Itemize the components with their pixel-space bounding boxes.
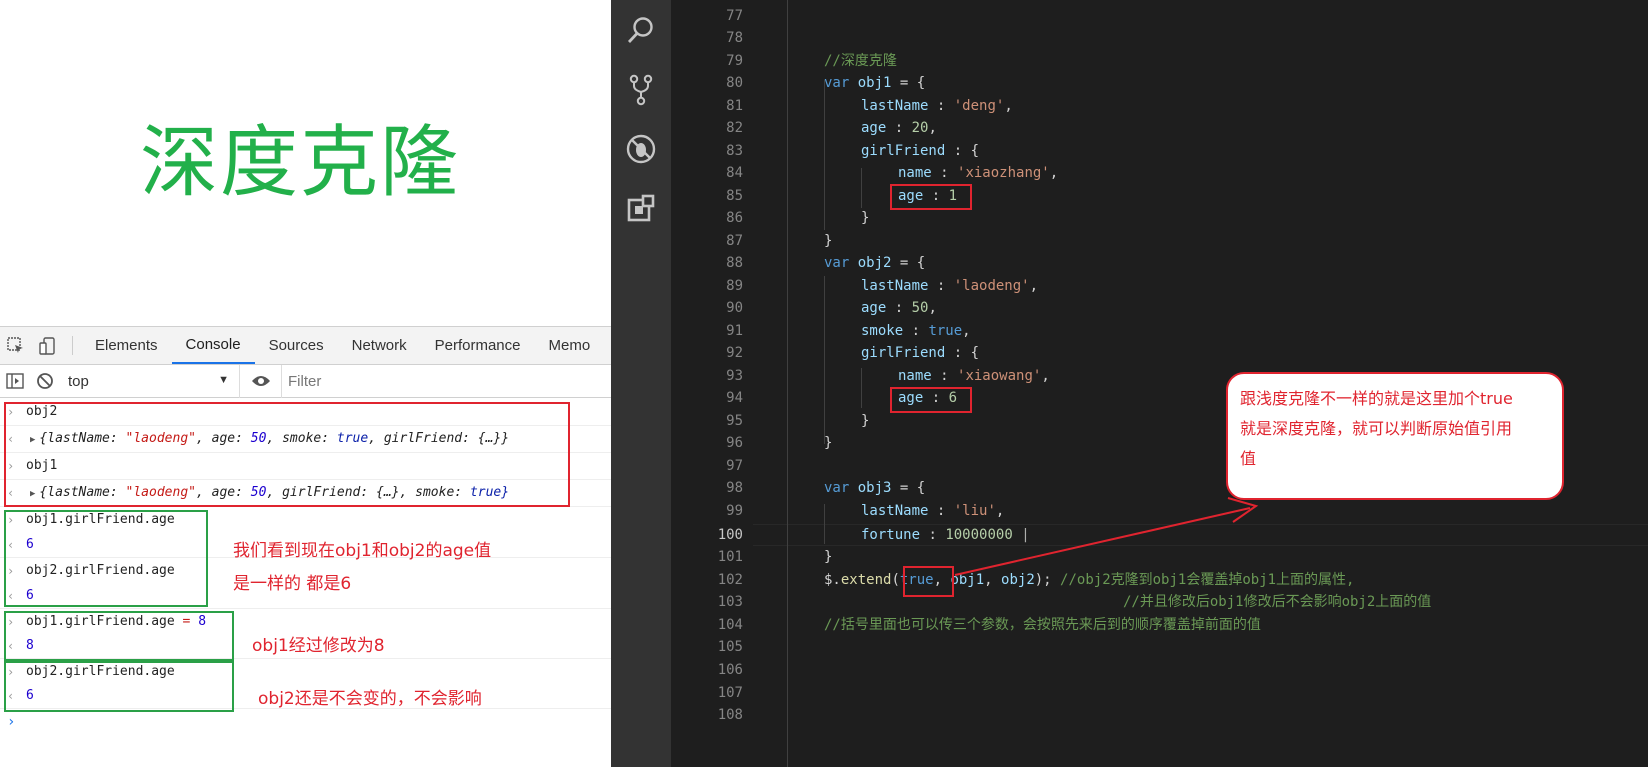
tab-elements[interactable]: Elements — [81, 327, 172, 364]
highlight-box-age-6 — [890, 387, 972, 413]
activity-bar — [611, 0, 671, 767]
line-number: 92 — [726, 345, 743, 361]
annotation-text: 是一样的 都是6 — [233, 574, 352, 594]
highlight-box-ages — [4, 510, 208, 607]
line-number: 100 — [717, 527, 743, 543]
line-number: 96 — [726, 435, 743, 451]
code-line-86: } — [861, 210, 870, 226]
line-number: 91 — [726, 323, 743, 339]
highlight-box-true — [903, 566, 954, 597]
tab-memory[interactable]: Memo — [535, 327, 605, 364]
eye-icon[interactable] — [240, 364, 282, 398]
line-number: 105 — [717, 639, 743, 655]
line-number: 84 — [726, 165, 743, 181]
code-line-104: //括号里面也可以传三个参数，会按照先来后到的顺序覆盖掉前面的值 — [824, 617, 1261, 633]
no-debug-icon[interactable] — [623, 131, 659, 167]
line-number: 86 — [726, 210, 743, 226]
code-line-84: name : 'xiaozhang', — [898, 165, 1059, 181]
browser-pane: 深度克隆 Elements Console Sources Network Pe… — [0, 0, 611, 767]
line-number: 93 — [726, 368, 743, 384]
line-number: 85 — [726, 188, 743, 204]
tab-performance[interactable]: Performance — [421, 327, 535, 364]
devtools-tab-bar: Elements Console Sources Network Perform… — [0, 327, 611, 365]
clear-console-icon[interactable] — [30, 365, 60, 398]
code-line-101: } — [824, 549, 833, 565]
line-number: 89 — [726, 278, 743, 294]
callout-text: 就是深度克隆，就可以判断原始值引用 — [1240, 419, 1513, 438]
line-number: 83 — [726, 143, 743, 159]
code-line-92: girlFriend : { — [861, 345, 980, 361]
line-number: 104 — [717, 617, 743, 633]
line-number: 87 — [726, 233, 743, 249]
code-line-103: //并且修改后obj1修改后不会影响obj2上面的值 — [1123, 594, 1432, 610]
callout-note: 跟浅度克隆不一样的就是这里加个true 就是深度克隆，就可以判断原始值引用 值 — [1226, 372, 1564, 500]
code-line-99: lastName : 'liu', — [861, 503, 1005, 519]
annotation-text: obj1经过修改为8 — [252, 636, 385, 656]
annotation-text: obj2还是不会变的，不会影响 — [258, 689, 482, 709]
line-number: 77 — [726, 8, 743, 24]
line-number: 103 — [717, 594, 743, 610]
code-line-93: name : 'xiaowang', — [898, 368, 1050, 384]
line-number: 82 — [726, 120, 743, 136]
line-number: 81 — [726, 98, 743, 114]
line-number: 95 — [726, 413, 743, 429]
device-toggle-icon[interactable] — [32, 327, 64, 364]
code-line-89: lastName : 'laodeng', — [861, 278, 1039, 294]
line-number: 94 — [726, 390, 743, 406]
line-number: 97 — [726, 458, 743, 474]
code-line-82: age : 20, — [861, 120, 937, 136]
line-number: 78 — [726, 30, 743, 46]
console-toolbar: top ▼ — [0, 364, 611, 398]
highlight-box-unchanged — [4, 661, 234, 712]
inspect-icon[interactable] — [0, 327, 32, 364]
chevron-down-icon: ▼ — [218, 373, 229, 386]
code-line-98: var obj3 = { — [824, 480, 926, 496]
line-number: 98 — [726, 480, 743, 496]
source-control-icon[interactable] — [623, 72, 659, 108]
tab-divider — [72, 336, 73, 355]
line-number-gutter: 77 78 79 80 81 82 83 84 85 86 87 88 89 90 91 92 93 94 95 96… — [671, 0, 753, 767]
context-value: top — [68, 372, 89, 390]
console-prompt-line[interactable]: › — [0, 709, 611, 735]
filter-input[interactable] — [288, 372, 538, 390]
line-number: 107 — [717, 685, 743, 701]
chevron-right-icon: › — [7, 714, 16, 730]
callout-text: 值 — [1240, 449, 1257, 468]
highlight-box-modify — [4, 611, 234, 661]
code-line-91: smoke : true, — [861, 323, 971, 339]
code-line-100: fortune : 10000000 | — [861, 527, 1030, 543]
highlight-box-objects — [4, 402, 570, 507]
tab-sources[interactable]: Sources — [255, 327, 338, 364]
tab-console[interactable]: Console — [171, 327, 255, 364]
extensions-icon[interactable] — [623, 190, 659, 226]
code-line-88: var obj2 = { — [824, 255, 926, 271]
line-number: 101 — [717, 549, 743, 565]
code-line-87: } — [824, 233, 833, 249]
search-icon[interactable] — [623, 12, 659, 48]
line-number: 108 — [717, 707, 743, 723]
code-line-79: //深度克隆 — [824, 53, 897, 69]
annotation-text: 我们看到现在obj1和obj2的age值 — [233, 541, 492, 561]
page-heading: 深度克隆 — [140, 118, 461, 208]
line-number: 102 — [717, 572, 743, 588]
line-number: 80 — [726, 75, 743, 91]
highlight-box-age-1 — [890, 184, 972, 210]
context-select[interactable]: top ▼ — [60, 364, 240, 398]
line-number: 106 — [717, 662, 743, 678]
code-line-96: } — [824, 435, 833, 451]
code-line-95: } — [861, 413, 870, 429]
line-number: 99 — [726, 503, 743, 519]
code-line-80: var obj1 = { — [824, 75, 926, 91]
line-number: 90 — [726, 300, 743, 316]
sidebar-toggle-icon[interactable] — [0, 365, 30, 398]
line-number: 88 — [726, 255, 743, 271]
code-line-83: girlFriend : { — [861, 143, 980, 159]
code-line-81: lastName : 'deng', — [861, 98, 1013, 114]
line-number: 79 — [726, 53, 743, 69]
code-line-90: age : 50, — [861, 300, 937, 316]
tab-network[interactable]: Network — [338, 327, 421, 364]
callout-text: 跟浅度克隆不一样的就是这里加个true — [1240, 389, 1513, 408]
